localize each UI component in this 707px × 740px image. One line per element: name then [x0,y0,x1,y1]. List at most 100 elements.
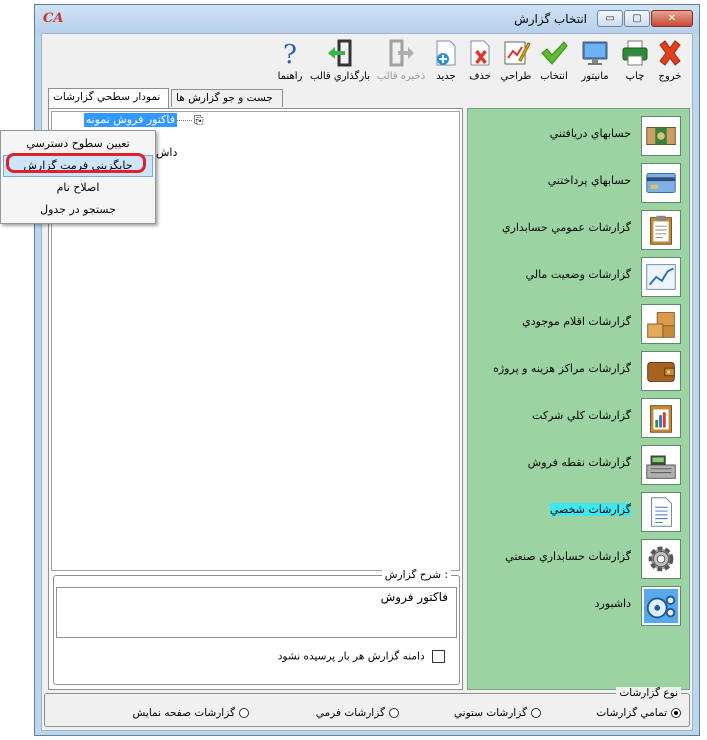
minimize-button[interactable]: ▭ [597,10,623,27]
help-question-icon: ? [283,40,297,68]
radio-label: گزارشات فرمي [315,707,385,719]
description-legend: شرح گزارش : [381,569,451,581]
tree-item-selected[interactable]: فاكتور فروش نمونه [83,113,177,127]
category-label: حسابهاي دريافتني [549,127,631,140]
radio-column-reports[interactable]: گزارشات ستوني [454,707,541,719]
report-type-group: نوع گزارشات تمامي گزارشات گزارشات ستوني … [44,687,690,727]
monitor-label: مانيتور [581,71,609,82]
category-dashboard[interactable]: داشبورد [468,584,689,628]
monitor-button[interactable]: مانيتور [574,38,616,86]
menu-item-search-table[interactable]: جستجو در جدول [3,199,153,221]
new-document-icon [436,40,456,66]
radio-all-reports[interactable]: تمامي گزارشات [596,707,681,719]
design-icon [504,41,531,65]
category-label: حسابهاي پرداختني [547,174,631,187]
exit-label: خروج [658,71,682,82]
category-label: گزارشات شخصي [549,503,631,516]
select-label: انتخاب [540,71,568,82]
context-menu: تعيين سطوح دسترسي جايگزيني فرمت گزارش اص… [0,130,156,224]
close-button[interactable]: ✕ [651,10,693,27]
cash-register-icon [641,445,681,485]
checkmark-icon [541,41,568,65]
category-general-accounting[interactable]: گزارشات عمومي حسابداري [468,208,689,252]
category-point-of-sale[interactable]: گزارشات نقطه فروش [468,443,689,487]
exit-x-icon [659,40,681,66]
category-financial-status[interactable]: گزارشات وضعيت مالي [468,255,689,299]
radio-dot[interactable] [671,708,681,718]
exit-button[interactable]: خروج [652,38,688,86]
delete-label: حذف [469,71,491,82]
category-label: گزارشات كلي شركت [532,409,631,422]
app-logo-icon: CA [43,11,64,26]
save-template-icon [389,39,414,67]
radio-dot[interactable] [531,708,541,718]
category-receivables[interactable]: حسابهاي دريافتني [468,114,689,158]
ask-range-label: دامنه گزارش هر بار پرسيده نشود [277,650,425,663]
print-label: چاپ [625,71,645,82]
radio-screen-reports[interactable]: گزارشات صفحه نمايش [133,707,249,719]
category-label: گزارشات وضعيت مالي [525,268,631,281]
description-group: شرح گزارش : فاكتور فروش دامنه گزارش هر ب… [53,569,460,685]
ask-range-checkbox[interactable] [432,650,445,663]
line-chart-icon [641,257,681,297]
tree-item-partial[interactable]: داش [156,146,177,159]
menu-item-replace-format[interactable]: جايگزيني فرمت گزارش [3,155,153,177]
load-template-label: بارگذاري قالب [310,71,370,82]
category-personal[interactable]: گزارشات شخصي [468,490,689,534]
select-button[interactable]: انتخاب [536,38,572,86]
monitor-icon [582,41,608,65]
help-button[interactable]: ? راهنما [272,38,308,86]
maximize-button[interactable]: ▢ [624,10,650,27]
window-title: انتخاب گزارش [514,12,587,26]
help-label: راهنما [277,71,303,82]
print-button[interactable]: چاپ [618,38,652,86]
radio-label: گزارشات صفحه نمايش [132,707,235,719]
category-label: داشبورد [594,597,631,610]
category-label: گزارشات نقطه فروش [527,456,631,469]
tab-tree-view[interactable]: نمودار سطحي گزارشات [48,88,169,108]
delete-document-icon [470,40,490,66]
wallet-icon [641,351,681,391]
category-panel: حسابهاي دريافتني حسابهاي پرداختني گزارشا… [467,108,690,690]
menu-item-access-levels[interactable]: تعيين سطوح دسترسي [3,133,153,155]
radio-dot[interactable] [239,708,249,718]
category-payables[interactable]: حسابهاي پرداختني [468,161,689,205]
save-template-button[interactable]: ذخيره قالب [374,38,428,86]
cash-icon [641,116,681,156]
load-template-icon [328,39,352,67]
category-label: گزارشات حسابداري صنعتي [505,550,631,563]
delete-button[interactable]: حذف [464,38,496,86]
description-textbox[interactable]: فاكتور فروش [56,587,457,638]
design-button[interactable]: طراحي [498,38,534,86]
radio-label: تمامي گزارشات [596,707,667,719]
report-type-legend: نوع گزارشات [616,687,681,699]
ask-range-checkbox-row[interactable]: دامنه گزارش هر بار پرسيده نشود [278,650,445,663]
design-label: طراحي [500,71,532,82]
category-label: گزارشات اقلام موجودي [522,315,631,328]
clipboard-icon [641,210,681,250]
category-company[interactable]: گزارشات كلي شركت [468,396,689,440]
radio-form-reports[interactable]: گزارشات فرمي [316,707,399,719]
save-template-label: ذخيره قالب [376,71,426,82]
printer-icon [622,40,648,66]
category-label: گزارشات عمومي حسابداري [501,221,631,234]
category-cost-centers[interactable]: گزارشات مراكز هزينه و پروژه [468,349,689,393]
category-inventory[interactable]: گزارشات اقلام موجودي [468,302,689,346]
load-template-button[interactable]: بارگذاري قالب [310,38,370,86]
tab-search-reports[interactable]: جست و جو گزارش ها [171,89,283,107]
report-file-icon: ⎘ [194,113,204,127]
toolbar: خروج چاپ مانيتور انتخاب طراحي حذف جديد ذ… [42,34,692,88]
gear-icon [641,539,681,579]
new-label: جديد [436,71,456,82]
new-button[interactable]: جديد [430,38,462,86]
menu-item-rename[interactable]: اصلاح نام [3,177,153,199]
radio-dot[interactable] [389,708,399,718]
boxes-icon [641,304,681,344]
radio-label: گزارشات ستوني [453,707,527,719]
bar-chart-icon [641,398,681,438]
title-bar: CA انتخاب گزارش ▭ ▢ ✕ [35,5,699,33]
credit-card-icon [641,163,681,203]
svg-text:?: ? [283,40,297,68]
category-industrial-accounting[interactable]: گزارشات حسابداري صنعتي [468,537,689,581]
category-label: گزارشات مراكز هزينه و پروژه [493,362,631,375]
